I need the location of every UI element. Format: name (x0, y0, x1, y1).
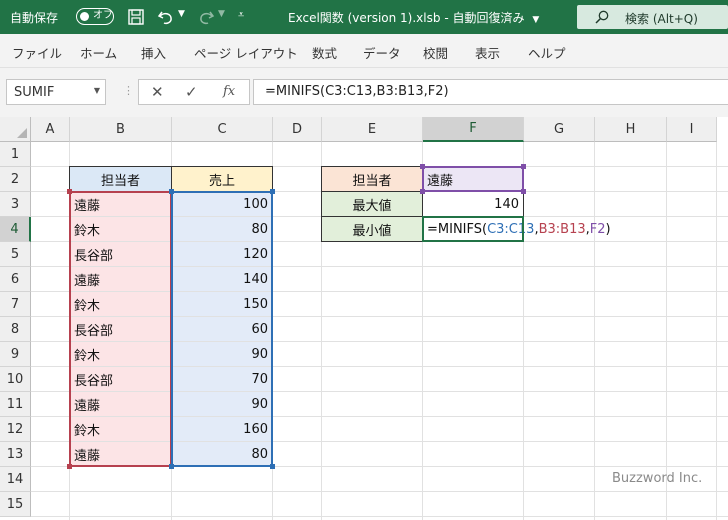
reference-handle[interactable] (169, 189, 174, 194)
reference-handle[interactable] (420, 164, 425, 169)
column-header-d[interactable]: D (273, 117, 322, 142)
reference-handle[interactable] (270, 464, 275, 469)
row-header-15[interactable]: 15 (0, 492, 31, 517)
gridline-horizontal (31, 516, 728, 517)
reference-handle[interactable] (420, 189, 425, 194)
worksheet-grid[interactable]: A B C D E F G H I 1 2 3 4 5 6 7 8 9 10 11 12 13 14 15 担当者 売上 遠藤 100… (0, 117, 728, 520)
autosave-label: 自動保存 (10, 11, 59, 25)
row-header-12[interactable]: 12 (0, 417, 31, 442)
lookup-label-max[interactable]: 最大値 (322, 192, 422, 216)
save-icon[interactable] (126, 7, 146, 27)
gridline-horizontal (31, 491, 728, 492)
row-header-10[interactable]: 10 (0, 367, 31, 392)
gridline-vertical (523, 142, 524, 520)
redo-icon[interactable] (196, 7, 216, 27)
formula-part-close: ) (605, 221, 611, 237)
reference-handle[interactable] (270, 189, 275, 194)
insert-function-icon[interactable]: fx (223, 84, 235, 99)
autosave-state: オフ (93, 10, 113, 21)
column-header-h[interactable]: H (595, 117, 667, 142)
column-header-f[interactable]: F (423, 117, 524, 142)
reference-handle[interactable] (169, 464, 174, 469)
tab-review[interactable]: 校閲 (423, 43, 448, 62)
search-placeholder: 検索 (Alt+Q) (625, 12, 698, 26)
tab-help[interactable]: ヘルプ (528, 43, 566, 62)
row-header-9[interactable]: 9 (0, 342, 31, 367)
row-header-6[interactable]: 6 (0, 267, 31, 292)
reference-box-f2 (422, 166, 524, 192)
row-header-3[interactable]: 3 (0, 192, 31, 217)
tab-file[interactable]: ファイル (12, 43, 62, 62)
search-icon (595, 10, 609, 24)
undo-icon[interactable] (156, 7, 176, 27)
column-header-e[interactable]: E (322, 117, 423, 142)
active-cell-outline (422, 216, 524, 242)
column-header-b[interactable]: B (70, 117, 172, 142)
name-box-value: SUMIF (14, 85, 55, 100)
tab-view[interactable]: 表示 (475, 43, 500, 62)
watermark: Buzzword Inc. (612, 471, 703, 486)
reference-handle[interactable] (67, 189, 72, 194)
reference-box-c3-c13 (171, 191, 273, 467)
tab-page-layout[interactable]: ページ レイアウト (194, 43, 298, 62)
chevron-down-icon: ▼ (532, 15, 540, 25)
reference-handle[interactable] (521, 164, 526, 169)
enter-check-icon[interactable]: ✓ (185, 83, 198, 101)
formula-input[interactable]: =MINIFS(C3:C13,B3:B13,F2) (253, 79, 728, 105)
reference-handle[interactable] (521, 189, 526, 194)
cancel-icon[interactable]: ✕ (151, 83, 164, 101)
tab-data[interactable]: データ (363, 43, 401, 62)
ribbon-tabs: ファイル ホーム 挿入 ページ レイアウト 数式 データ 校閲 表示 ヘルプ (0, 34, 728, 68)
column-header-g[interactable]: G (524, 117, 595, 142)
row-header-8[interactable]: 8 (0, 317, 31, 342)
document-title[interactable]: Excel関数 (version 1).xlsb - 自動回復済み ▼ (288, 9, 539, 26)
row-header-4[interactable]: 4 (0, 217, 31, 242)
formula-text: =MINIFS(C3:C13,B3:B13,F2) (265, 84, 449, 99)
lookup-label-person[interactable]: 担当者 (322, 167, 422, 191)
search-box[interactable]: 検索 (Alt+Q) (577, 5, 728, 29)
save-status: 自動回復済み (452, 11, 525, 25)
customize-toolbar-icon[interactable]: ⩡ (238, 8, 244, 22)
name-box[interactable]: SUMIF ▼ (6, 79, 106, 105)
column-header-i[interactable]: I (667, 117, 717, 142)
lookup-label-min[interactable]: 最小値 (322, 217, 422, 241)
table-header-person[interactable]: 担当者 (70, 167, 171, 191)
select-all-corner[interactable] (0, 117, 31, 142)
tab-home[interactable]: ホーム (80, 43, 117, 62)
formula-bar-area: SUMIF ▼ ⋮ ✕ ✓ fx =MINIFS(C3:C13,B3:B13,F… (0, 68, 728, 117)
row-header-13[interactable]: 13 (0, 442, 31, 467)
gridline-vertical (666, 142, 667, 520)
undo-dropdown-icon[interactable]: ▼ (178, 9, 185, 19)
table-header-sales[interactable]: 売上 (172, 167, 272, 191)
tab-formulas[interactable]: 数式 (312, 43, 337, 62)
reference-box-b3-b13 (69, 191, 172, 467)
redo-dropdown-icon[interactable]: ▼ (218, 9, 225, 19)
autosave-toggle[interactable]: オフ (76, 8, 114, 25)
formula-buttons: ✕ ✓ fx (138, 79, 250, 105)
reference-handle[interactable] (67, 464, 72, 469)
row-header-11[interactable]: 11 (0, 392, 31, 417)
formula-part-ref3: F2 (589, 221, 606, 237)
file-name: Excel関数 (version 1).xlsb (288, 11, 441, 25)
title-bar: 自動保存 オフ ▼ ▼ ⩡ Excel関数 (version 1).xlsb -… (0, 0, 728, 34)
more-options-icon[interactable]: ⋮ (123, 84, 134, 97)
row-header-7[interactable]: 7 (0, 292, 31, 317)
lookup-value-max[interactable]: 140 (423, 192, 523, 216)
row-header-2[interactable]: 2 (0, 167, 31, 192)
row-header-5[interactable]: 5 (0, 242, 31, 267)
gridline-vertical (716, 142, 717, 520)
row-header-1[interactable]: 1 (0, 142, 31, 167)
column-header-a[interactable]: A (31, 117, 70, 142)
formula-part-ref2: B3:B13 (538, 221, 586, 237)
gridline-vertical (594, 142, 595, 520)
chevron-down-icon[interactable]: ▼ (94, 86, 100, 95)
tab-insert[interactable]: 挿入 (141, 43, 166, 62)
select-all-icon (17, 128, 27, 138)
row-header-14[interactable]: 14 (0, 467, 31, 492)
toggle-knob (80, 11, 89, 21)
column-header-c[interactable]: C (172, 117, 273, 142)
